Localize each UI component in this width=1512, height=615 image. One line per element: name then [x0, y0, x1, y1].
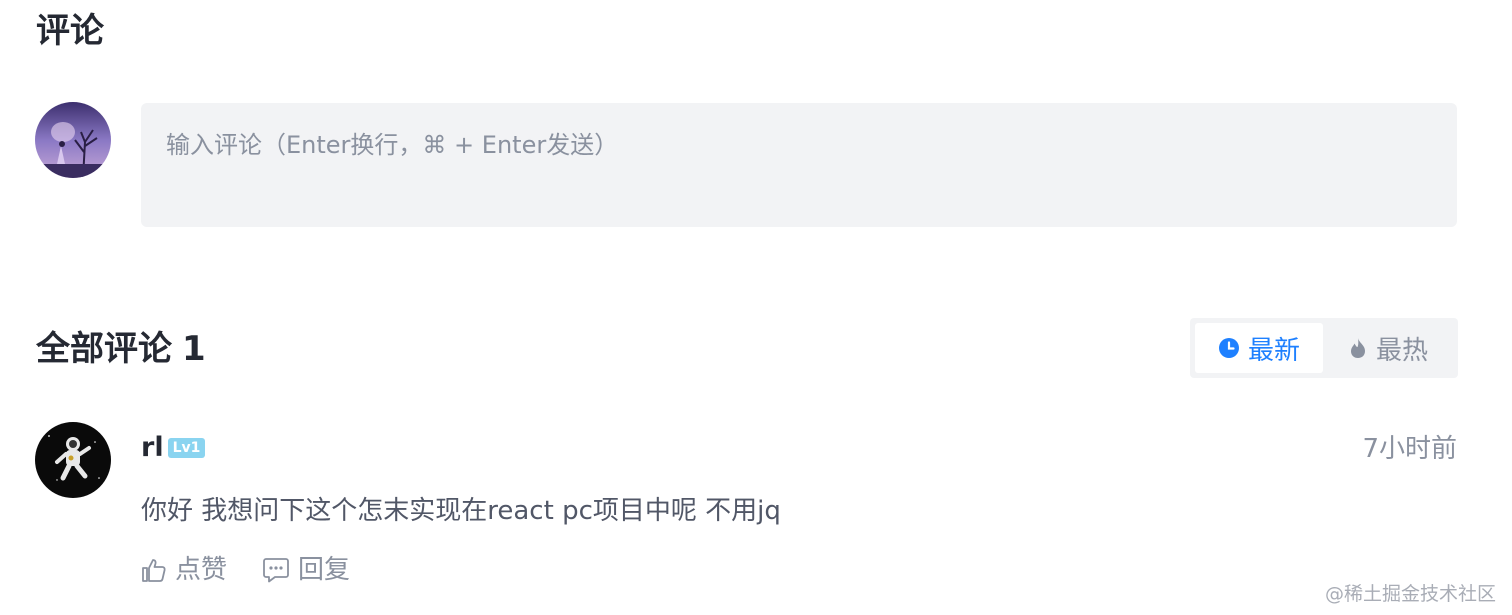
thumbs-up-icon [141, 557, 167, 583]
clock-icon [1218, 337, 1240, 359]
comment-username[interactable]: rl [141, 430, 164, 466]
all-comments-title: 全部评论 [36, 329, 172, 369]
astronaut-avatar-image [35, 422, 111, 498]
like-label: 点赞 [175, 555, 228, 585]
flame-icon [1348, 337, 1368, 359]
comment-count: 1 [182, 329, 206, 369]
sort-hot-button[interactable]: 最热 [1323, 323, 1453, 373]
comment-box[interactable] [141, 103, 1457, 227]
sort-toggle: 最新 最热 [1190, 318, 1458, 378]
reply-label: 回复 [298, 555, 351, 585]
comment-input[interactable] [166, 125, 1432, 205]
sort-hot-label: 最热 [1375, 335, 1428, 366]
reply-button[interactable]: 回复 [262, 552, 350, 588]
comment-bubble-icon [262, 557, 290, 583]
all-comments-heading: 全部评论 1 [36, 328, 206, 370]
avatar-image [35, 102, 111, 178]
comment-timestamp: 7小时前 [1362, 434, 1457, 464]
user-level-badge: Lv1 [168, 438, 205, 458]
watermark: @稀土掘金技术社区 [1324, 583, 1496, 605]
current-user-avatar[interactable] [35, 102, 111, 178]
sort-latest-label: 最新 [1247, 335, 1300, 366]
comments-title: 评论 [36, 11, 104, 51]
commenter-avatar[interactable] [35, 422, 111, 498]
sort-latest-button[interactable]: 最新 [1195, 323, 1323, 373]
like-button[interactable]: 点赞 [141, 552, 227, 588]
comment-content: 你好 我想问下这个怎末实现在react pc项目中呢 不用jq [141, 496, 781, 526]
